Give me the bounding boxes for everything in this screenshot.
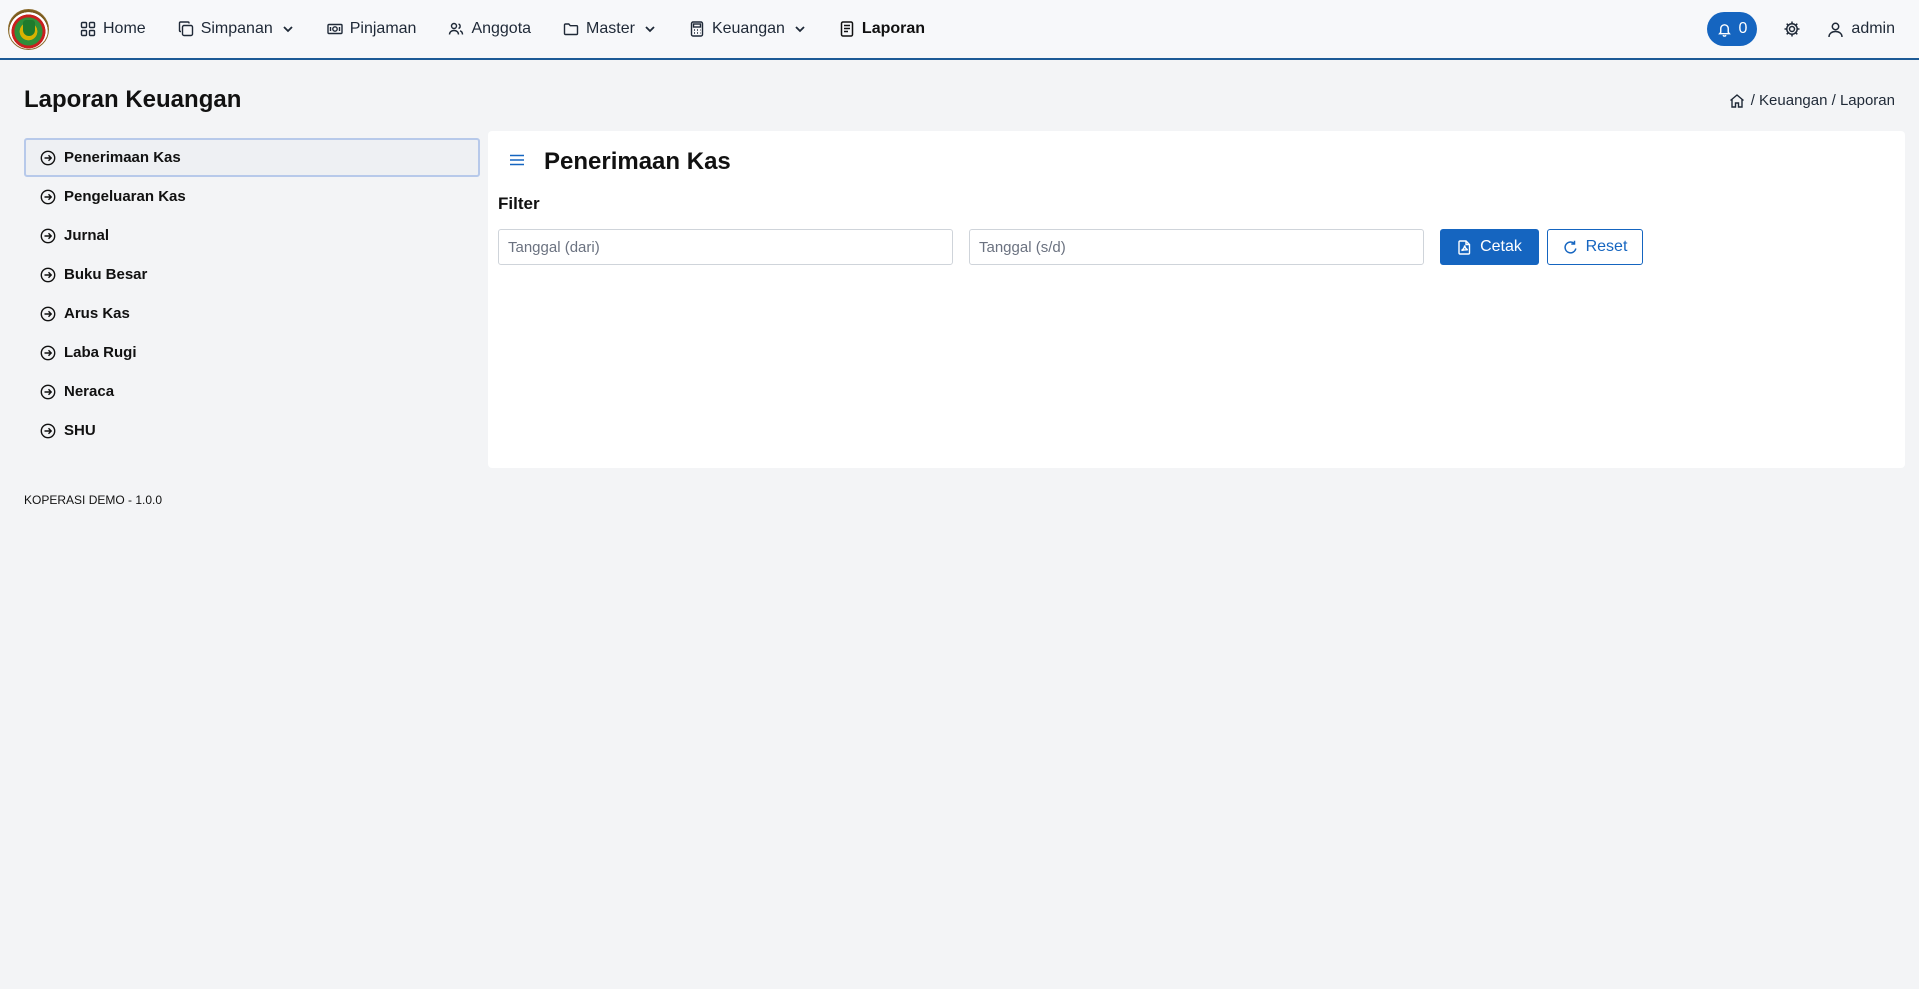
folder-icon [563, 21, 579, 37]
arrow-circle-right-icon [40, 345, 56, 361]
top-navbar: Home Simpanan Pinjaman Anggota Master Ke… [0, 0, 1919, 60]
sidebar-item-laba-rugi[interactable]: Laba Rugi [24, 333, 480, 372]
nav-item-simpanan[interactable]: Simpanan [178, 0, 295, 58]
nav-item-home[interactable]: Home [80, 0, 146, 58]
nav-item-label: Keuangan [711, 20, 785, 37]
sidebar-item-neraca[interactable]: Neraca [24, 372, 480, 411]
sidebar-item-label: Buku Besar [64, 266, 148, 283]
sidebar-item-label: Neraca [64, 383, 115, 400]
users-icon [448, 21, 464, 37]
chevron-down-icon [281, 22, 295, 36]
arrow-circle-right-icon [40, 150, 56, 166]
nav-item-label: Laporan [861, 20, 926, 37]
sidebar-item-shu[interactable]: SHU [24, 411, 480, 450]
breadcrumb: / Keuangan / Laporan [1729, 92, 1895, 109]
nav-menu: Home Simpanan Pinjaman Anggota Master Ke… [80, 0, 957, 58]
sidebar-item-label: Penerimaan Kas [64, 149, 181, 166]
copy-icon [178, 21, 194, 37]
gear-icon[interactable] [1783, 20, 1801, 38]
grid-icon [80, 21, 96, 37]
reset-button-label: Reset [1585, 238, 1628, 255]
arrow-circle-right-icon [40, 267, 56, 283]
page-title: Laporan Keuangan [24, 86, 242, 113]
report-sidebar: Penerimaan Kas Pengeluaran Kas Jurnal Bu… [24, 138, 480, 450]
chevron-down-icon [793, 22, 807, 36]
date-from-input[interactable] [498, 229, 953, 265]
arrow-circle-right-icon [40, 189, 56, 205]
sidebar-item-buku-besar[interactable]: Buku Besar [24, 255, 480, 294]
nav-item-pinjaman[interactable]: Pinjaman [327, 0, 417, 58]
refresh-icon [1563, 240, 1578, 255]
menu-toggle-icon[interactable] [508, 151, 526, 169]
user-name: admin [1851, 20, 1895, 37]
notification-count: 0 [1738, 20, 1748, 37]
sidebar-item-label: SHU [64, 422, 96, 439]
filter-label: Filter [498, 194, 540, 213]
nav-item-master[interactable]: Master [563, 0, 657, 58]
nav-item-anggota[interactable]: Anggota [448, 0, 531, 58]
sidebar-item-arus-kas[interactable]: Arus Kas [24, 294, 480, 333]
koperasi-logo[interactable] [8, 9, 49, 50]
arrow-circle-right-icon [40, 228, 56, 244]
report-icon [839, 21, 855, 37]
sidebar-item-label: Laba Rugi [64, 344, 137, 361]
arrow-circle-right-icon [40, 384, 56, 400]
arrow-circle-right-icon [40, 423, 56, 439]
nav-item-label: Anggota [471, 20, 532, 37]
nav-item-keuangan[interactable]: Keuangan [689, 0, 807, 58]
nav-item-label: Home [103, 20, 146, 37]
nav-item-label: Pinjaman [349, 20, 417, 37]
pdf-file-icon [1457, 239, 1472, 255]
bell-icon [1717, 22, 1732, 37]
nav-item-laporan[interactable]: Laporan [839, 0, 925, 58]
nav-item-label: Simpanan [200, 20, 273, 37]
user-menu[interactable]: admin [1827, 20, 1895, 38]
notification-button[interactable]: 0 [1707, 12, 1758, 46]
chevron-down-icon [643, 22, 657, 36]
print-button-label: Cetak [1480, 238, 1522, 255]
sidebar-item-penerimaan-kas[interactable]: Penerimaan Kas [24, 138, 480, 177]
report-panel: Penerimaan Kas Filter Cetak Reset [488, 131, 1905, 468]
home-icon[interactable] [1729, 93, 1745, 109]
calculator-icon [689, 21, 705, 37]
panel-title: Penerimaan Kas [544, 148, 731, 175]
user-icon [1827, 21, 1844, 38]
arrow-circle-right-icon [40, 306, 56, 322]
print-button[interactable]: Cetak [1440, 229, 1539, 265]
money-icon [327, 21, 343, 37]
sidebar-item-label: Jurnal [64, 227, 110, 244]
breadcrumb-path[interactable]: / Keuangan / Laporan [1751, 92, 1895, 109]
app-footer: KOPERASI DEMO - 1.0.0 [24, 493, 163, 507]
reset-button[interactable]: Reset [1547, 229, 1643, 265]
date-to-input[interactable] [969, 229, 1424, 265]
sidebar-item-pengeluaran-kas[interactable]: Pengeluaran Kas [24, 177, 480, 216]
nav-right-group: 0 admin [1707, 0, 1895, 58]
sidebar-item-jurnal[interactable]: Jurnal [24, 216, 480, 255]
sidebar-item-label: Pengeluaran Kas [64, 188, 186, 205]
nav-item-label: Master [586, 20, 635, 37]
sidebar-item-label: Arus Kas [64, 305, 130, 322]
